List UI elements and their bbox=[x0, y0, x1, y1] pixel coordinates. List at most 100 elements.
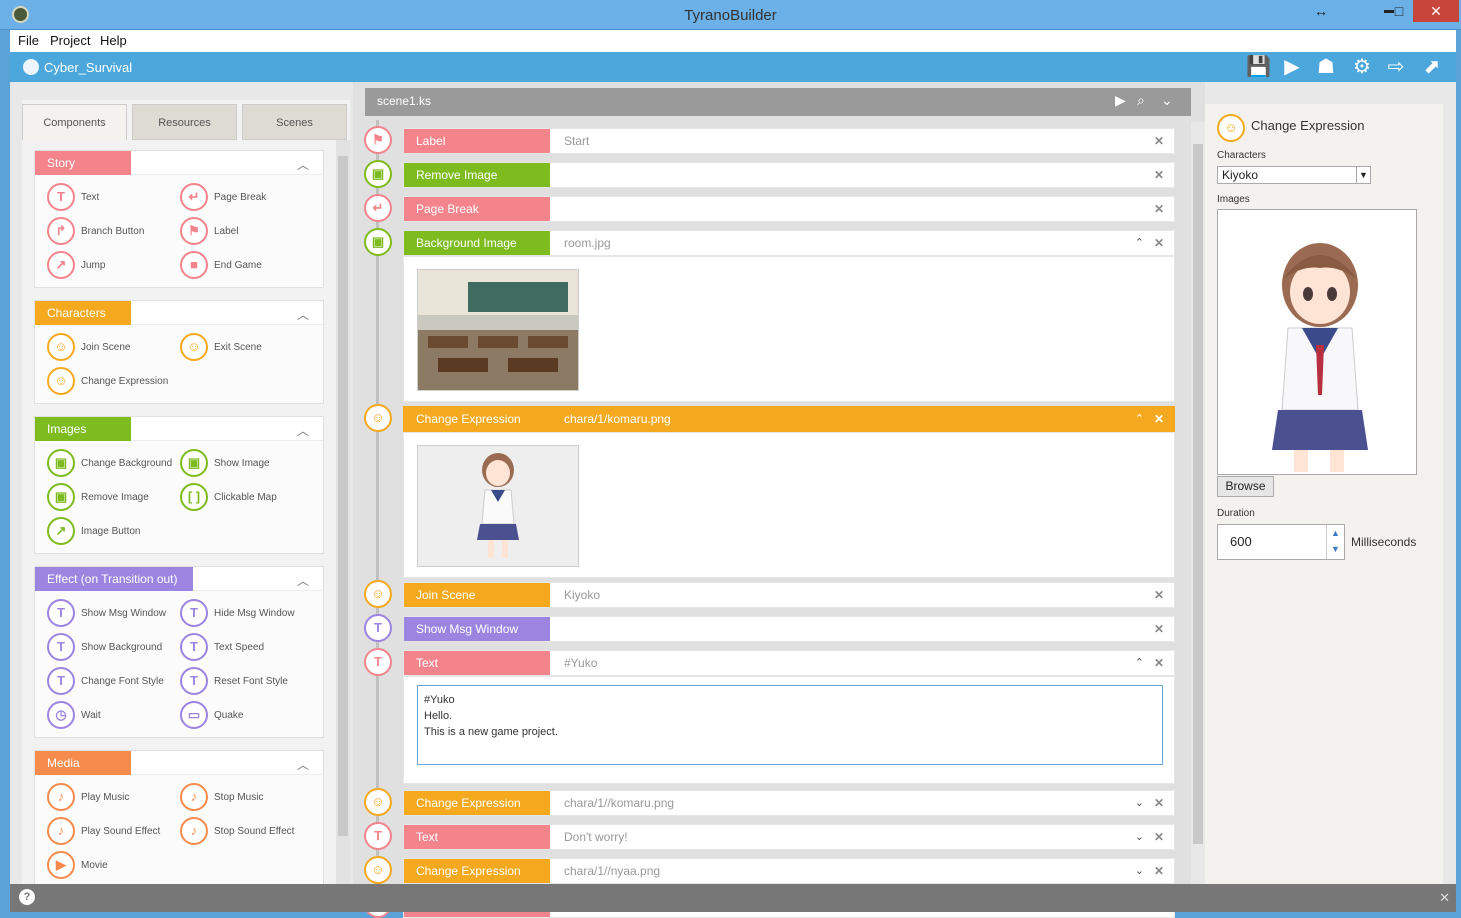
restore-icon[interactable]: ↔ bbox=[1308, 0, 1334, 22]
tab-scenes[interactable]: Scenes bbox=[242, 104, 347, 140]
characters-icon[interactable]: ☗ bbox=[1314, 56, 1338, 78]
row-value: Start bbox=[564, 134, 590, 148]
character-select[interactable]: Kiyoko ▼ bbox=[1217, 166, 1371, 184]
delete-icon[interactable]: ✕ bbox=[1154, 168, 1164, 182]
chevron-up-icon[interactable]: ⌃ bbox=[1135, 236, 1144, 249]
scene-row[interactable]: Text Don't worry! ✕ ⌄ bbox=[403, 824, 1175, 850]
text-icon: T bbox=[364, 648, 392, 676]
change-expression-icon: ☺ bbox=[364, 404, 392, 432]
delete-icon[interactable]: ✕ bbox=[1154, 796, 1164, 810]
play-sound-effect-icon: ♪ bbox=[47, 817, 75, 845]
row-type-label: Background Image bbox=[404, 231, 550, 255]
images-label: Images bbox=[1217, 194, 1250, 205]
section-title: Effect (on Transition out) bbox=[35, 567, 193, 591]
delete-icon[interactable]: ✕ bbox=[1154, 202, 1164, 216]
gear-icon[interactable]: ⚙ bbox=[1350, 56, 1374, 78]
delete-icon[interactable]: ✕ bbox=[1154, 588, 1164, 602]
chevron-up-icon[interactable]: ⌃ bbox=[1135, 412, 1144, 425]
section-header[interactable]: Media ︿ bbox=[35, 751, 323, 775]
menu-file[interactable]: File bbox=[18, 33, 39, 48]
duration-input[interactable]: 600 ▲ ▼ bbox=[1217, 524, 1345, 560]
tab-resources[interactable]: Resources bbox=[132, 104, 237, 140]
component-label: Exit Scene bbox=[214, 342, 262, 353]
chevron-up-icon[interactable]: ︿ bbox=[297, 422, 309, 439]
quake-icon: ▭ bbox=[180, 701, 208, 729]
play-scene-icon[interactable]: ▶ bbox=[1115, 92, 1126, 109]
components-scrollbar[interactable] bbox=[336, 140, 350, 884]
delete-icon[interactable]: ✕ bbox=[1154, 236, 1164, 250]
menu-project[interactable]: Project bbox=[50, 33, 90, 48]
change-expression-icon: ☺ bbox=[364, 788, 392, 816]
close-button[interactable]: ✕ bbox=[1413, 0, 1459, 22]
component-label: End Game bbox=[214, 260, 262, 271]
stop-sound-effect-icon: ♪ bbox=[180, 817, 208, 845]
section-header[interactable]: Characters ︿ bbox=[35, 301, 323, 325]
duration-stepper[interactable]: ▲ ▼ bbox=[1326, 525, 1344, 559]
scroll-thumb[interactable] bbox=[1193, 144, 1203, 844]
chevron-up-icon[interactable]: ︿ bbox=[297, 306, 309, 323]
chevron-up-icon[interactable]: ⌃ bbox=[1135, 656, 1144, 669]
help-icon[interactable]: ? bbox=[19, 889, 35, 905]
chevron-up-icon[interactable]: ︿ bbox=[297, 756, 309, 773]
close-icon[interactable]: ✕ bbox=[1439, 890, 1450, 906]
tab-components[interactable]: Components bbox=[22, 104, 127, 140]
browse-button[interactable]: Browse bbox=[1217, 476, 1274, 497]
text-editor[interactable]: #Yuko Hello. This is a new game project. bbox=[417, 685, 1163, 765]
chevron-up-icon[interactable]: ︿ bbox=[297, 572, 309, 589]
maximize-button[interactable]: □ bbox=[1386, 0, 1412, 22]
chevron-down-icon[interactable]: ⌄ bbox=[1135, 864, 1144, 877]
chevron-down-icon[interactable]: ▼ bbox=[1356, 167, 1370, 183]
scene-row[interactable]: Join Scene Kiyoko ✕ bbox=[403, 582, 1175, 608]
end-game-icon: ■ bbox=[180, 251, 208, 279]
chevron-down-icon[interactable]: ⌄ bbox=[1135, 830, 1144, 843]
text-line: This is a new game project. bbox=[424, 726, 558, 738]
delete-icon[interactable]: ✕ bbox=[1154, 412, 1164, 426]
chevron-down-icon[interactable]: ⌄ bbox=[1135, 796, 1144, 809]
delete-icon[interactable]: ✕ bbox=[1154, 830, 1164, 844]
save-icon[interactable]: 💾 bbox=[1246, 56, 1271, 78]
scene-row[interactable]: Show Msg Window ✕ bbox=[403, 616, 1175, 642]
row-details bbox=[403, 256, 1175, 402]
change-expression-icon: ☺ bbox=[47, 367, 75, 395]
scene-row[interactable]: Change Expression chara/1//komaru.png ✕ ⌄ bbox=[403, 790, 1175, 816]
section-header[interactable]: Story ︿ bbox=[35, 151, 323, 175]
duration-label: Duration bbox=[1217, 508, 1255, 519]
delete-icon[interactable]: ✕ bbox=[1154, 134, 1164, 148]
chevron-down-icon[interactable]: ⌄ bbox=[1161, 92, 1173, 109]
stop-music-icon: ♪ bbox=[180, 783, 208, 811]
preview-icon[interactable]: ⬈ bbox=[1420, 56, 1444, 78]
delete-icon[interactable]: ✕ bbox=[1154, 622, 1164, 636]
character-image bbox=[1272, 243, 1368, 472]
change-expression-icon: ☺ bbox=[364, 856, 392, 884]
scene-scrollbar[interactable] bbox=[1191, 122, 1205, 884]
scene-row[interactable]: Change Expression chara/1/komaru.png ✕ ⌃ bbox=[403, 406, 1175, 432]
inspector-panel: ☺ Change Expression Characters Kiyoko ▼ … bbox=[1205, 104, 1443, 884]
scene-row[interactable]: Change Expression chara/1//nyaa.png ✕ ⌄ bbox=[403, 858, 1175, 884]
scene-header: scene1.ks ▶ ⌕ ⌄ bbox=[365, 88, 1191, 116]
section-header[interactable]: Images ︿ bbox=[35, 417, 323, 441]
section-header[interactable]: Effect (on Transition out) ︿ bbox=[35, 567, 323, 591]
play-icon[interactable]: ▶ bbox=[1280, 56, 1304, 78]
page-break-icon: ↵ bbox=[180, 183, 208, 211]
delete-icon[interactable]: ✕ bbox=[1154, 864, 1164, 878]
chevron-up-icon[interactable]: ︿ bbox=[297, 156, 309, 173]
workspace: Components Resources Scenes Story ︿ T Text ↵… bbox=[10, 82, 1456, 918]
delete-icon[interactable]: ✕ bbox=[1154, 656, 1164, 670]
scroll-thumb[interactable] bbox=[338, 156, 348, 836]
scene-row[interactable]: Label Start ✕ bbox=[403, 128, 1175, 154]
row-type-label: Text bbox=[404, 651, 550, 675]
scene-row[interactable]: Remove Image ✕ bbox=[403, 162, 1175, 188]
status-bar: ? ✕ bbox=[10, 884, 1456, 912]
show-background-icon: T bbox=[47, 633, 75, 661]
show-image-icon: ▣ bbox=[180, 449, 208, 477]
row-type-label: Join Scene bbox=[404, 583, 550, 607]
scene-row[interactable]: Background Image room.jpg ✕ ⌃ bbox=[403, 230, 1175, 256]
scene-row[interactable]: Text #Yuko ✕ ⌃ bbox=[403, 650, 1175, 676]
menu-help[interactable]: Help bbox=[100, 33, 127, 48]
search-icon[interactable]: ⌕ bbox=[1137, 92, 1145, 109]
row-value: #Yuko bbox=[564, 656, 598, 670]
export-icon[interactable]: ⇨ bbox=[1384, 56, 1408, 78]
scene-row[interactable]: Page Break ✕ bbox=[403, 196, 1175, 222]
component-label: Clickable Map bbox=[214, 492, 277, 503]
component-label: Image Button bbox=[81, 526, 141, 537]
